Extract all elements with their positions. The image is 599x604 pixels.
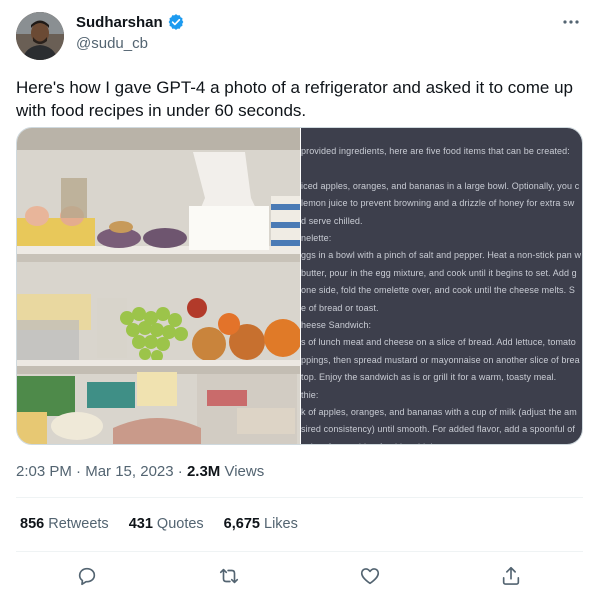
tweet-stats: 856 Retweets 431 Quotes 6,675 Likes (20, 516, 298, 532)
more-options-icon[interactable] (561, 14, 581, 30)
gpt-response-line: d serve chilled. (301, 215, 363, 226)
tweet-media[interactable]: provided ingredients, here are five food… (16, 127, 583, 445)
meta-separator: · (177, 463, 183, 480)
gpt-response-line: heese Sandwich: (301, 320, 372, 330)
verified-badge-icon (168, 14, 184, 30)
gpt-response-line: ppings, then spread mustard or mayonnais… (301, 354, 580, 365)
gpt-response-line: provided ingredients, here are five food… (301, 146, 570, 156)
likes-stat[interactable]: 6,675 Likes (224, 516, 298, 532)
tweet-text: Here's how I gave GPT-4 a photo of a ref… (16, 78, 573, 120)
gpt-response-line: butter, pour in the egg mixture, and coo… (301, 267, 577, 278)
meta-separator: · (76, 463, 82, 480)
tweet-date[interactable]: Mar 15, 2023 (85, 463, 173, 480)
gpt-response-line: s of lunch meat and cheese on a slice of… (301, 337, 576, 348)
gpt-response-line: e of bread or toast. (301, 302, 379, 313)
heart-icon[interactable] (359, 565, 383, 589)
profile-photo (16, 12, 64, 60)
gpt-response-line: sired consistency) until smooth. For add… (301, 424, 575, 435)
divider (16, 551, 583, 552)
gpt-response-line: one side, fold the omelette over, and co… (301, 285, 575, 296)
refrigerator-photo[interactable] (17, 128, 300, 445)
gpt-response-line: k of apples, oranges, and bananas with a… (301, 407, 577, 417)
gpt-response-line: nelette: (301, 233, 332, 243)
views-count: 2.3M (186, 463, 221, 480)
views-label: Views (224, 463, 265, 480)
gpt-response-line: ggs in a bowl with a pinch of salt and p… (301, 250, 582, 261)
likes-label: Likes (264, 516, 298, 532)
divider (16, 497, 583, 498)
gpt-response-line: lemon juice to prevent browning and a dr… (301, 198, 575, 209)
retweet-icon[interactable] (218, 565, 242, 589)
quotes-stat[interactable]: 431 Quotes (129, 516, 204, 532)
gpt-response-line: thie: (301, 389, 319, 400)
author-name[interactable]: Sudharshan (76, 14, 163, 31)
quotes-count: 431 (128, 516, 153, 532)
author-handle[interactable]: @sudu_cb (76, 35, 148, 52)
retweets-label: Retweets (48, 516, 109, 532)
retweets-stat[interactable]: 856 Retweets (20, 516, 109, 532)
gpt-response-screenshot: provided ingredients, here are five food… (301, 128, 582, 444)
tweet-time[interactable]: 2:03 PM (16, 463, 72, 480)
gpt-response-line: top. Enjoy the sandwich as is or grill i… (301, 372, 557, 383)
retweets-count: 856 (20, 516, 45, 532)
avatar[interactable] (16, 12, 64, 60)
gpt-response-line: iced apples, oranges, and bananas in a l… (301, 180, 580, 191)
quotes-label: Quotes (156, 516, 204, 532)
reply-icon[interactable] (76, 565, 100, 589)
likes-count: 6,675 (223, 516, 260, 532)
share-icon[interactable] (500, 565, 524, 589)
author-name-row[interactable]: Sudharshan (76, 13, 185, 31)
gpt-response-line: cubes for a cold, refreshing drink. (301, 442, 438, 444)
action-bar (0, 562, 599, 592)
tweet-meta: 2:03 PM · Mar 15, 2023 · 2.3M Views (16, 463, 264, 480)
